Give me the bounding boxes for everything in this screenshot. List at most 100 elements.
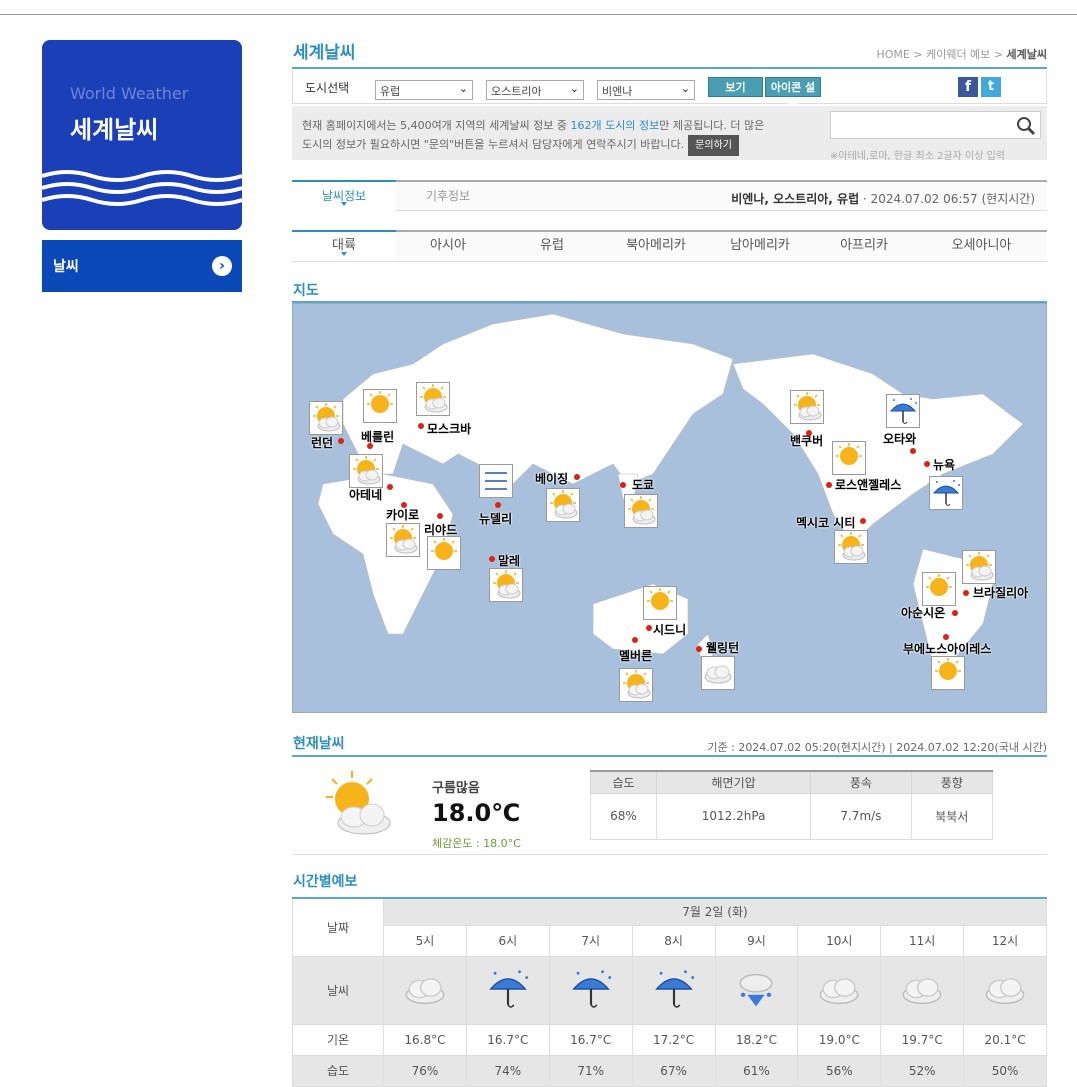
map-city-dot[interactable]	[910, 448, 916, 454]
map-city-dot[interactable]	[952, 610, 958, 616]
search-icon[interactable]	[1016, 116, 1036, 136]
map-city-dot[interactable]	[620, 482, 626, 488]
breadcrumb-forecast[interactable]: 케이웨더 예보	[926, 48, 990, 61]
map-city-dot[interactable]	[387, 484, 393, 490]
map-weather-icon[interactable]	[832, 441, 866, 475]
icon-description-button[interactable]: 아이콘 설명	[765, 77, 821, 114]
map-city-dot[interactable]	[806, 430, 812, 436]
map-city-label[interactable]: 카이로	[386, 506, 419, 523]
tab-region-2[interactable]: 유럽	[500, 232, 604, 261]
page-title: 세계날씨	[293, 43, 356, 63]
map-city-label[interactable]: 브라질리아	[973, 584, 1028, 601]
city-search-input[interactable]	[830, 111, 1041, 139]
chevron-down-icon: ⌄	[458, 82, 468, 95]
country-select[interactable]: 오스트리아 ⌄	[486, 80, 584, 100]
tab-region-6[interactable]: 오세아니아	[916, 232, 1047, 261]
map-city-dot[interactable]	[574, 474, 580, 480]
map-city-dot[interactable]	[696, 646, 702, 652]
map-weather-icon[interactable]	[922, 572, 956, 606]
title-divider	[292, 67, 1047, 69]
map-city-dot[interactable]	[963, 590, 969, 596]
breadcrumb: HOME > 케이웨더 예보 > 세계날씨	[876, 46, 1047, 62]
map-city-label[interactable]: 멜버른	[619, 647, 652, 664]
map-city-label[interactable]: 시드니	[653, 621, 686, 638]
map-city-label[interactable]: 웰링턴	[706, 639, 739, 656]
facebook-icon[interactable]: f	[958, 77, 978, 97]
map-weather-icon[interactable]	[790, 390, 824, 424]
chevron-down-icon: ⌄	[569, 82, 579, 95]
map-weather-icon[interactable]	[489, 568, 523, 602]
map-weather-icon[interactable]	[931, 656, 965, 690]
map-weather-icon[interactable]	[701, 656, 735, 690]
map-city-dot[interactable]	[437, 513, 443, 519]
map-weather-icon[interactable]	[834, 530, 868, 564]
city-count-highlight: 162개 도시의 정보	[570, 119, 660, 132]
humidity-value: 68%	[590, 792, 657, 840]
map-city-dot[interactable]	[646, 625, 652, 631]
tab-weather-info[interactable]: 날씨정보	[292, 180, 396, 211]
map-city-label[interactable]: 모스크바	[427, 420, 471, 437]
map-weather-icon[interactable]	[363, 389, 397, 423]
forecast-humidity: 74%	[465, 1054, 550, 1087]
tab-region-1[interactable]: 아시아	[396, 232, 500, 261]
rain-umbrella-icon	[631, 955, 716, 1025]
breadcrumb-home[interactable]: HOME	[876, 48, 909, 61]
weather-description: 구름많음	[432, 781, 480, 796]
map-city-label[interactable]: 부에노스아이레스	[903, 640, 991, 657]
world-map[interactable]: 런던 베를린 모스크바 아테네 카이로 리야드 뉴델리 베이징 도쿄 말레 시드니 멜버른 웰링턴 밴쿠버…	[292, 303, 1047, 713]
map-weather-icon[interactable]	[546, 488, 580, 522]
map-weather-icon[interactable]	[386, 523, 420, 557]
forecast-hour: 11시	[880, 924, 965, 957]
tab-region-3[interactable]: 북아메리카	[604, 232, 708, 261]
sidebar-item-weather[interactable]: 날씨 ›	[42, 240, 242, 292]
map-city-label[interactable]: 도쿄	[632, 476, 654, 493]
tab-region-5[interactable]: 아프리카	[812, 232, 916, 261]
map-weather-icon[interactable]	[886, 394, 920, 428]
map-city-dot[interactable]	[418, 423, 424, 429]
map-city-dot[interactable]	[632, 637, 638, 643]
map-weather-icon[interactable]	[643, 586, 677, 620]
map-weather-icon[interactable]	[624, 494, 658, 528]
tab-region-0[interactable]: 대륙	[292, 230, 396, 261]
map-city-label[interactable]: 뉴델리	[479, 510, 512, 527]
map-weather-icon[interactable]	[309, 401, 343, 435]
map-weather-icon[interactable]	[479, 464, 513, 498]
map-city-label[interactable]: 오타와	[883, 430, 916, 447]
map-weather-icon[interactable]	[416, 382, 450, 416]
inquiry-button[interactable]: 문의하기	[688, 135, 739, 156]
top-divider	[0, 14, 1077, 15]
map-weather-icon[interactable]	[349, 454, 383, 488]
weather-row-label: 날씨	[292, 955, 384, 1025]
forecast-hour: 7시	[548, 924, 633, 957]
map-weather-icon[interactable]	[619, 668, 653, 702]
city-select[interactable]: 비엔나 ⌄	[597, 80, 695, 100]
view-button[interactable]: 보기	[708, 77, 763, 97]
city-selector-bar: 도시선택 유럽 ⌄ 오스트리아 ⌄ 비엔나 ⌄ 보기 아이콘 설명 f t	[292, 70, 1047, 114]
map-city-dot[interactable]	[495, 502, 501, 508]
map-city-dot[interactable]	[826, 482, 832, 488]
twitter-icon[interactable]: t	[981, 77, 1001, 97]
map-city-label[interactable]: 베를린	[361, 428, 394, 445]
map-city-dot[interactable]	[401, 502, 407, 508]
map-city-dot[interactable]	[924, 461, 930, 467]
continent-select[interactable]: 유럽 ⌄	[375, 80, 473, 100]
forecast-temperature: 17.2°C	[631, 1023, 716, 1056]
forecast-hour: 8시	[631, 924, 716, 957]
map-city-label[interactable]: 런던	[311, 434, 333, 451]
map-city-label[interactable]: 말레	[498, 552, 520, 569]
map-city-dot[interactable]	[860, 518, 866, 524]
map-city-dot[interactable]	[338, 438, 344, 444]
partly-cloudy-icon	[326, 771, 391, 835]
map-city-dot[interactable]	[489, 556, 495, 562]
map-city-label[interactable]: 멕시코 시티	[796, 514, 855, 531]
tab-climate-info[interactable]: 기후정보	[396, 182, 500, 211]
map-city-dot[interactable]	[943, 634, 949, 640]
tab-region-4[interactable]: 남아메리카	[708, 232, 812, 261]
map-city-label[interactable]: 뉴욕	[933, 456, 955, 473]
map-weather-icon[interactable]	[427, 536, 461, 570]
map-weather-icon[interactable]	[962, 550, 996, 584]
map-city-label[interactable]: 베이징	[535, 470, 568, 487]
map-city-label[interactable]: 로스앤젤레스	[835, 476, 901, 493]
map-weather-icon[interactable]	[929, 476, 963, 510]
map-city-dot[interactable]	[367, 443, 373, 449]
